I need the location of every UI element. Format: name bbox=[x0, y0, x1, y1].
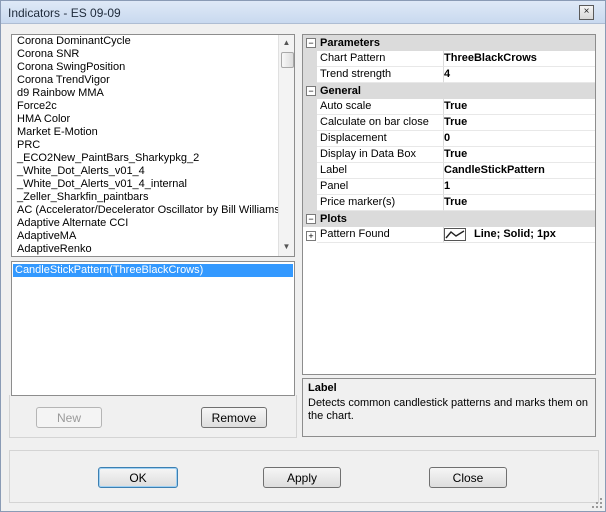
property-name: Calculate on bar close bbox=[317, 115, 444, 131]
indicator-list-items: Corona DominantCycle Corona SNR Corona S… bbox=[12, 35, 284, 256]
indicator-list-scrollbar[interactable]: ▲ ▼ bbox=[278, 35, 294, 256]
category-parameters[interactable]: − Parameters bbox=[303, 35, 595, 51]
indicator-list-item[interactable]: AdaptiveMA bbox=[12, 230, 278, 243]
category-label: Plots bbox=[320, 213, 347, 225]
remove-button[interactable]: Remove bbox=[201, 407, 267, 428]
property-value[interactable]: CandleStickPattern bbox=[444, 163, 595, 179]
row-gutter bbox=[303, 51, 317, 67]
property-row-displacement[interactable]: Displacement 0 bbox=[303, 131, 595, 147]
row-gutter bbox=[303, 67, 317, 83]
description-title: Label bbox=[308, 382, 337, 394]
property-row-display-in-data-box[interactable]: Display in Data Box True bbox=[303, 147, 595, 163]
close-button[interactable]: Close bbox=[429, 467, 507, 488]
property-value-cell[interactable]: Line; Solid; 1px bbox=[444, 227, 595, 243]
line-style-icon bbox=[444, 227, 466, 241]
property-value[interactable]: 1 bbox=[444, 179, 595, 195]
row-gutter bbox=[303, 163, 317, 179]
indicator-list-item[interactable]: Corona SwingPosition bbox=[12, 61, 278, 74]
window-title: Indicators - ES 09-09 bbox=[8, 6, 121, 20]
scroll-down-arrow-icon[interactable]: ▼ bbox=[279, 240, 294, 254]
property-name: Pattern Found bbox=[317, 227, 444, 243]
row-gutter bbox=[303, 115, 317, 131]
row-gutter bbox=[303, 179, 317, 195]
property-row-label[interactable]: Label CandleStickPattern bbox=[303, 163, 595, 179]
indicators-dialog: Indicators - ES 09-09 × Corona DominantC… bbox=[0, 0, 606, 512]
property-name: Price marker(s) bbox=[317, 195, 444, 211]
property-name: Trend strength bbox=[317, 67, 444, 83]
property-value[interactable]: True bbox=[444, 147, 595, 163]
collapse-icon[interactable]: − bbox=[306, 214, 316, 224]
scroll-up-arrow-icon[interactable]: ▲ bbox=[279, 36, 294, 50]
indicator-list-item[interactable]: HMA Color bbox=[12, 113, 278, 126]
property-name: Displacement bbox=[317, 131, 444, 147]
category-general[interactable]: − General bbox=[303, 83, 595, 99]
indicator-list-item[interactable]: PRC bbox=[12, 139, 278, 152]
indicator-list-item[interactable]: Corona SNR bbox=[12, 48, 278, 61]
property-row-panel[interactable]: Panel 1 bbox=[303, 179, 595, 195]
property-row-pattern-found[interactable]: + Pattern Found Line; Solid; 1px bbox=[303, 227, 595, 243]
row-gutter bbox=[303, 195, 317, 211]
indicator-list-item[interactable]: Corona TrendVigor bbox=[12, 74, 278, 87]
property-value[interactable]: True bbox=[444, 115, 595, 131]
indicator-list-item[interactable]: AdaptiveRenko bbox=[12, 243, 278, 256]
indicator-list[interactable]: Corona DominantCycle Corona SNR Corona S… bbox=[11, 34, 295, 257]
property-name: Auto scale bbox=[317, 99, 444, 115]
description-text: Detects common candlestick patterns and … bbox=[308, 397, 589, 422]
applied-indicator-item[interactable]: CandleStickPattern(ThreeBlackCrows) bbox=[13, 264, 293, 277]
category-label: General bbox=[320, 85, 361, 97]
property-value: Line; Solid; 1px bbox=[474, 228, 556, 240]
property-row-trend-strength[interactable]: Trend strength 4 bbox=[303, 67, 595, 83]
collapse-icon[interactable]: − bbox=[306, 86, 316, 96]
property-value[interactable]: True bbox=[444, 99, 595, 115]
property-grid: − Parameters Chart Pattern ThreeBlackCro… bbox=[302, 34, 596, 375]
property-name: Chart Pattern bbox=[317, 51, 444, 67]
close-window-button[interactable]: × bbox=[579, 5, 594, 20]
property-name: Display in Data Box bbox=[317, 147, 444, 163]
property-value[interactable]: 4 bbox=[444, 67, 595, 83]
property-description-panel: Label Detects common candlestick pattern… bbox=[302, 378, 596, 437]
resize-grip-icon[interactable] bbox=[591, 497, 603, 509]
collapse-icon[interactable]: − bbox=[306, 38, 316, 48]
property-row-calculate-on-bar-close[interactable]: Calculate on bar close True bbox=[303, 115, 595, 131]
property-name: Label bbox=[317, 163, 444, 179]
indicator-list-item[interactable]: Corona DominantCycle bbox=[12, 35, 278, 48]
property-value[interactable]: True bbox=[444, 195, 595, 211]
indicator-list-item[interactable]: d9 Rainbow MMA bbox=[12, 87, 278, 100]
title-bar[interactable]: Indicators - ES 09-09 × bbox=[1, 1, 605, 24]
indicator-list-item[interactable]: _White_Dot_Alerts_v01_4_internal bbox=[12, 178, 278, 191]
property-row-chart-pattern[interactable]: Chart Pattern ThreeBlackCrows bbox=[303, 51, 595, 67]
apply-button[interactable]: Apply bbox=[263, 467, 341, 488]
indicator-list-item[interactable]: Market E-Motion bbox=[12, 126, 278, 139]
property-row-auto-scale[interactable]: Auto scale True bbox=[303, 99, 595, 115]
indicator-list-item[interactable]: Force2c bbox=[12, 100, 278, 113]
property-value[interactable]: ThreeBlackCrows bbox=[444, 51, 595, 67]
property-name: Panel bbox=[317, 179, 444, 195]
indicator-list-item[interactable]: _Zeller_Sharkfin_paintbars bbox=[12, 191, 278, 204]
applied-indicators-list[interactable]: CandleStickPattern(ThreeBlackCrows) bbox=[11, 261, 295, 396]
expand-icon[interactable]: + bbox=[306, 231, 316, 241]
indicator-list-item[interactable]: Adaptive Alternate CCI bbox=[12, 217, 278, 230]
row-gutter bbox=[303, 131, 317, 147]
indicator-list-item[interactable]: AC (Accelerator/Decelerator Oscillator b… bbox=[12, 204, 284, 217]
new-button[interactable]: New bbox=[36, 407, 102, 428]
category-label: Parameters bbox=[320, 37, 380, 49]
ok-button[interactable]: OK bbox=[98, 467, 178, 488]
scroll-thumb[interactable] bbox=[281, 52, 294, 68]
row-gutter bbox=[303, 99, 317, 115]
category-plots[interactable]: − Plots bbox=[303, 211, 595, 227]
row-gutter bbox=[303, 147, 317, 163]
indicator-list-item[interactable]: _White_Dot_Alerts_v01_4 bbox=[12, 165, 278, 178]
property-row-price-markers[interactable]: Price marker(s) True bbox=[303, 195, 595, 211]
indicator-list-item[interactable]: _ECO2New_PaintBars_Sharkypkg_2 bbox=[12, 152, 278, 165]
property-value[interactable]: 0 bbox=[444, 131, 595, 147]
